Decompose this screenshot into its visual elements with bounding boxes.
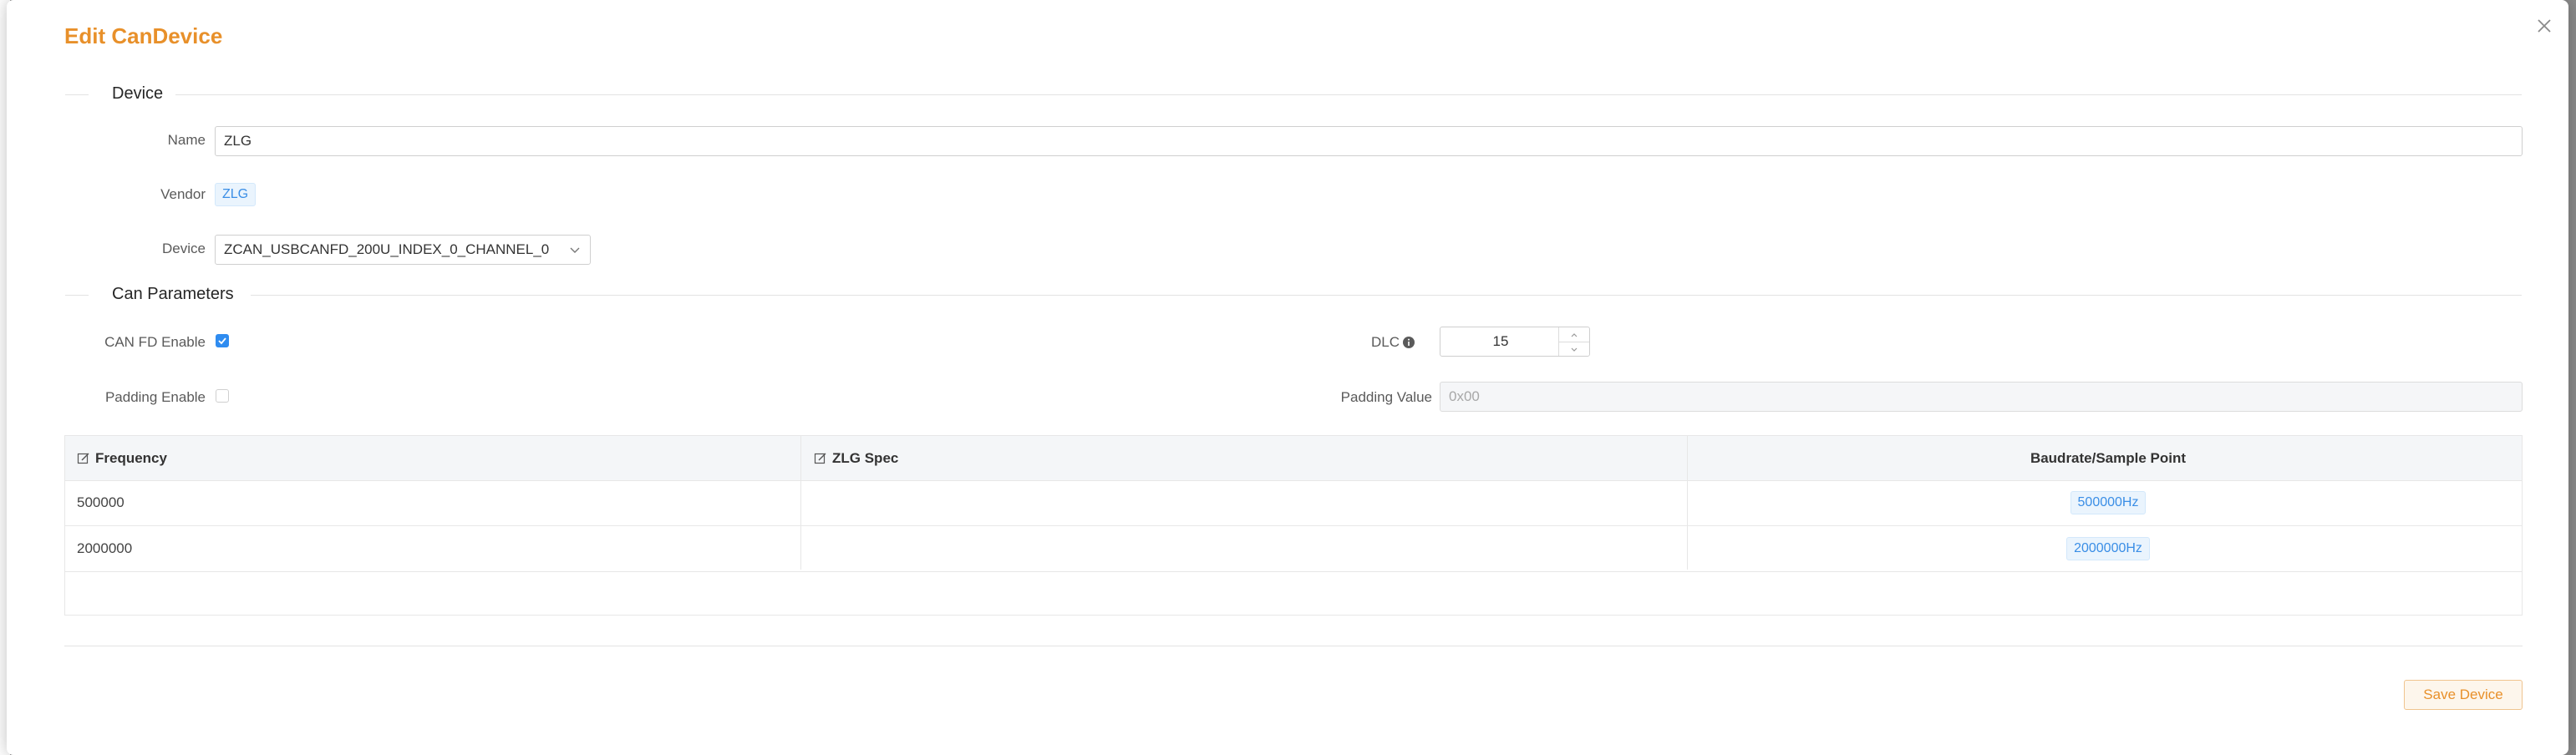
save-device-button[interactable]: Save Device xyxy=(2404,680,2523,710)
cell-baudrate: 2000000Hz xyxy=(1694,526,2522,571)
edit-icon xyxy=(77,453,89,464)
padding-enable-label: Padding Enable xyxy=(104,389,206,405)
section-title: Device xyxy=(112,84,164,103)
header-spec-label: ZLG Spec xyxy=(832,449,899,466)
name-label: Name xyxy=(167,132,206,148)
table-header: Frequency ZLG Spec Baudrate/Sample Point xyxy=(65,436,2522,481)
header-spec[interactable]: ZLG Spec xyxy=(814,436,898,480)
baudrate-tag[interactable]: 2000000Hz xyxy=(2066,537,2150,560)
cell-baudrate: 500000Hz xyxy=(1694,480,2522,525)
name-input[interactable]: ZLG xyxy=(215,126,2523,156)
close-icon xyxy=(2538,19,2551,33)
table-row[interactable]: 500000 500000Hz xyxy=(65,480,2522,526)
chevron-down-icon xyxy=(570,247,580,253)
device-select[interactable]: ZCAN_USBCANFD_200U_INDEX_0_CHANNEL_0 xyxy=(215,235,591,265)
section-device: Device xyxy=(65,84,2522,103)
padding-value-label: Padding Value xyxy=(1340,389,1432,405)
dlc-label-text: DLC xyxy=(1370,334,1400,350)
name-input-value: ZLG xyxy=(224,133,252,149)
vendor-label: Vendor xyxy=(160,186,206,202)
dlc-value: 15 xyxy=(1492,333,1509,349)
edit-icon xyxy=(814,453,826,464)
header-frequency[interactable]: Frequency xyxy=(77,436,167,480)
section-title: Can Parameters xyxy=(112,285,234,303)
chevron-up-icon xyxy=(1571,332,1578,337)
canfd-enable-label: CAN FD Enable xyxy=(104,334,206,350)
canfd-enable-checkbox[interactable] xyxy=(216,334,229,347)
frequency-table: Frequency ZLG Spec Baudrate/Sample Point… xyxy=(64,435,2523,616)
padding-value-placeholder: 0x00 xyxy=(1449,388,1480,404)
decrement-button[interactable] xyxy=(1559,342,1589,357)
dlc-stepper[interactable]: 15 xyxy=(1440,327,1590,357)
cell-frequency: 2000000 xyxy=(77,540,133,556)
checkmark-icon xyxy=(218,337,226,345)
dlc-stepper-controls xyxy=(1558,327,1589,356)
device-select-value: ZCAN_USBCANFD_200U_INDEX_0_CHANNEL_0 xyxy=(224,241,550,257)
increment-button[interactable] xyxy=(1559,327,1589,342)
info-icon xyxy=(1403,337,1415,348)
header-baudrate: Baudrate/Sample Point xyxy=(2030,449,2187,466)
device-label: Device xyxy=(162,241,206,256)
section-can-parameters: Can Parameters xyxy=(65,285,2522,303)
edit-device-dialog: Edit CanDevice Device Name ZLG Vendor ZL… xyxy=(7,0,2568,755)
vendor-tag: ZLG xyxy=(215,183,257,206)
cell-frequency: 500000 xyxy=(77,494,124,510)
padding-value-input[interactable]: 0x00 xyxy=(1440,382,2523,412)
baudrate-tag[interactable]: 500000Hz xyxy=(2070,491,2147,514)
dialog-title: Edit CanDevice xyxy=(64,23,223,48)
padding-enable-checkbox[interactable] xyxy=(216,389,229,403)
chevron-down-icon xyxy=(1571,347,1578,352)
header-frequency-label: Frequency xyxy=(95,449,167,466)
dlc-label: DLC xyxy=(1344,334,1415,351)
close-button[interactable] xyxy=(2533,15,2555,37)
table-row[interactable]: 2000000 2000000Hz xyxy=(65,526,2522,572)
